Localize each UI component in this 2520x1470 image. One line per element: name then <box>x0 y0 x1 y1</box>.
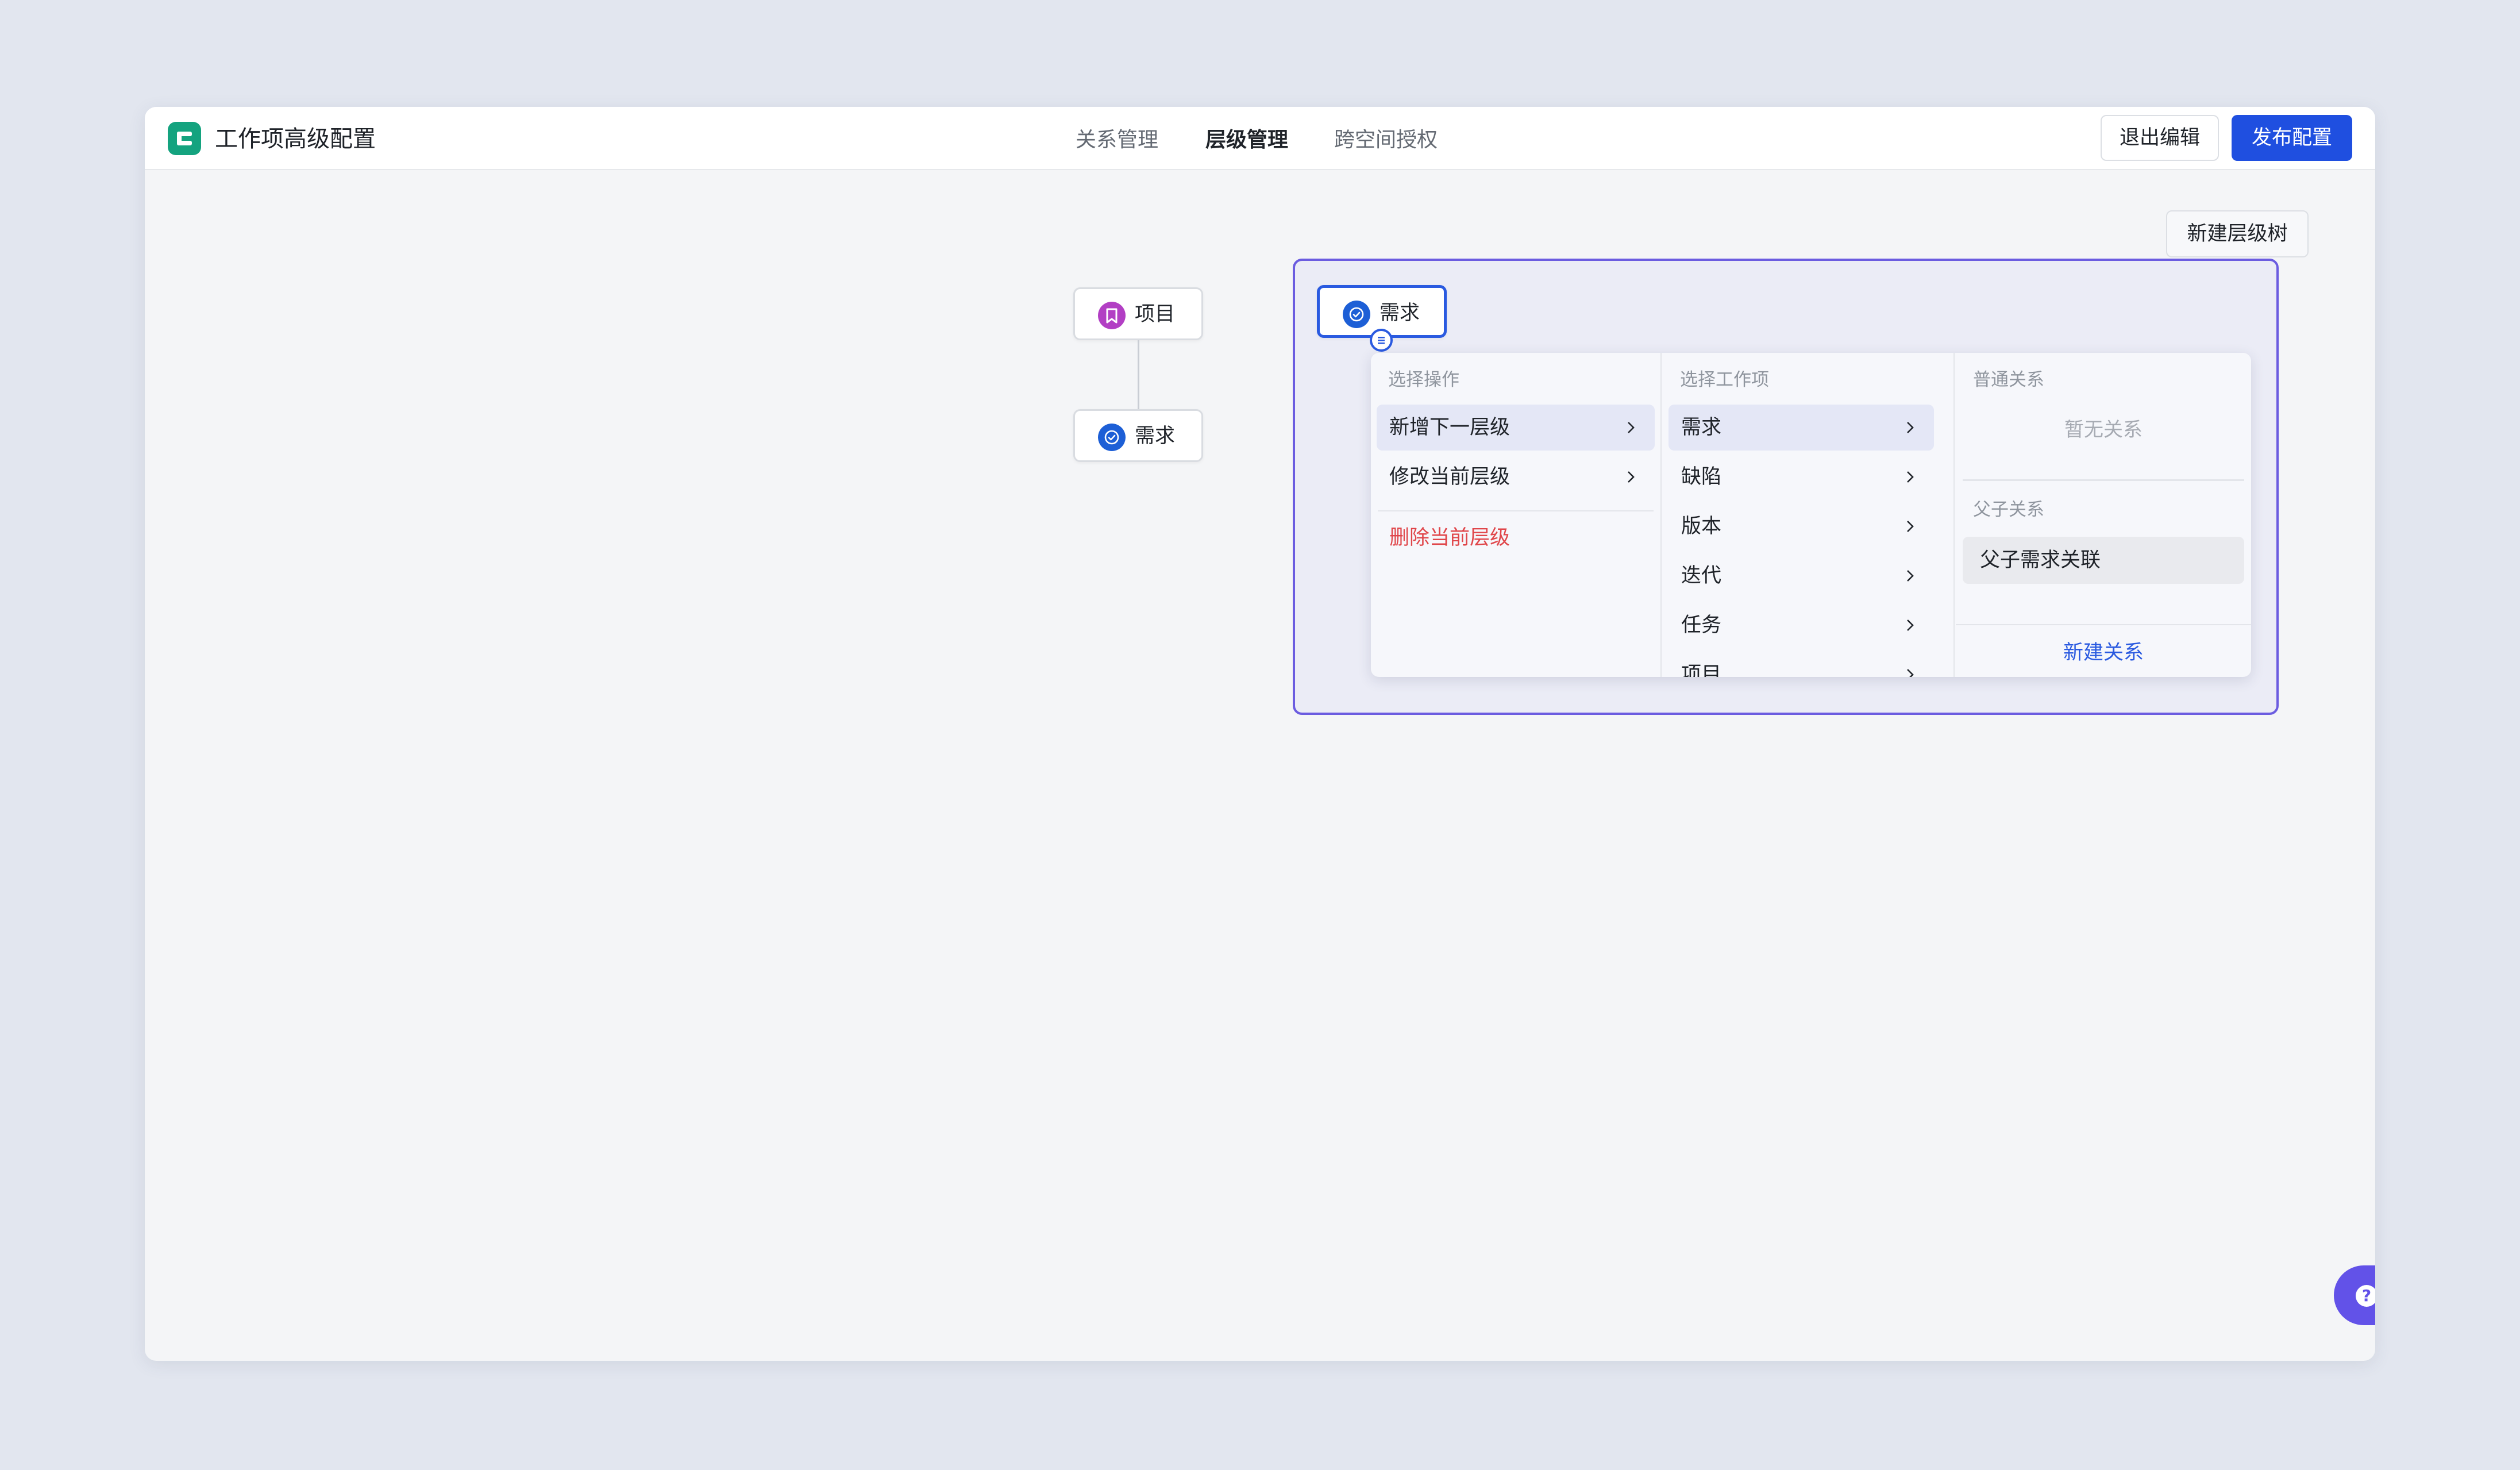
top-bar: 工作项高级配置 关系管理 层级管理 跨空间授权 退出编辑 发布配置 <box>145 107 2375 170</box>
node-label: 需求 <box>1135 425 1176 448</box>
chevron-right-icon <box>1628 422 1635 433</box>
node-menu-icon[interactable] <box>1370 329 1393 352</box>
menu-item-label: 缺陷 <box>1681 465 1722 488</box>
tab-relation-management[interactable]: 关系管理 <box>1076 124 1158 156</box>
menu-item-modify-current-level[interactable]: 修改当前层级 <box>1377 454 1655 500</box>
operation-column: 选择操作 新增下一层级 修改当前层级 删除当前层级 <box>1371 353 1662 677</box>
chevron-right-icon <box>1628 471 1635 483</box>
relation-divider <box>1963 479 2244 481</box>
chevron-right-icon <box>1907 619 1914 631</box>
chevron-right-icon <box>1907 422 1914 433</box>
workitem-project[interactable]: 项目 <box>1669 652 1934 677</box>
workitem-iteration[interactable]: 迭代 <box>1669 553 1934 599</box>
workitem-defect[interactable]: 缺陷 <box>1669 454 1934 500</box>
tab-hierarchy-management[interactable]: 层级管理 <box>1205 124 1288 156</box>
new-relation-button[interactable]: 新建关系 <box>1956 637 2251 669</box>
help-icon: ? <box>2356 1285 2375 1307</box>
hierarchy-operation-menu: 选择操作 新增下一层级 修改当前层级 删除当前层级 选择工作项 需求 缺陷 版本… <box>1371 353 2251 677</box>
menu-item-add-next-level[interactable]: 新增下一层级 <box>1377 405 1655 451</box>
menu-item-label: 修改当前层级 <box>1389 465 1511 488</box>
menu-item-label: 需求 <box>1681 416 1722 439</box>
operation-column-header: 选择操作 <box>1388 370 1459 390</box>
tree-connector <box>1138 340 1139 410</box>
chevron-right-icon <box>1907 570 1914 582</box>
bookmark-icon <box>1098 302 1126 329</box>
menu-item-label: 版本 <box>1681 515 1722 538</box>
node-label: 项目 <box>1135 303 1176 326</box>
workitem-version[interactable]: 版本 <box>1669 503 1934 549</box>
publish-config-button[interactable]: 发布配置 <box>2232 115 2352 161</box>
menu-divider <box>1378 510 1654 511</box>
check-circle-icon <box>1098 424 1126 451</box>
menu-item-label: 项目 <box>1681 663 1722 677</box>
menu-item-label: 新增下一层级 <box>1389 416 1511 439</box>
app-title: 工作项高级配置 <box>215 126 376 152</box>
workitem-task[interactable]: 任务 <box>1669 602 1934 648</box>
menu-item-delete-current-level[interactable]: 删除当前层级 <box>1377 515 1655 561</box>
tree-node-project[interactable]: 项目 <box>1073 287 1203 340</box>
workitem-column: 选择工作项 需求 缺陷 版本 迭代 任务 项目 <box>1663 353 1955 677</box>
new-hierarchy-tree-button[interactable]: 新建层级树 <box>2166 210 2309 257</box>
help-button[interactable]: ? <box>2334 1265 2375 1325</box>
relation-item-parent-child[interactable]: 父子需求关联 <box>1963 537 2244 584</box>
tab-cross-space-authorization[interactable]: 跨空间授权 <box>1334 124 1438 156</box>
node-label: 需求 <box>1380 302 1420 325</box>
empty-relation-text: 暂无关系 <box>2064 418 2143 441</box>
workitem-column-header: 选择工作项 <box>1680 370 1769 390</box>
check-circle-icon <box>1343 301 1370 328</box>
chevron-right-icon <box>1907 471 1914 483</box>
chevron-right-icon <box>1907 521 1914 532</box>
config-window: 工作项高级配置 关系管理 层级管理 跨空间授权 退出编辑 发布配置 新建层级树 … <box>145 107 2375 1361</box>
menu-item-label: 迭代 <box>1681 564 1722 587</box>
menu-item-label: 任务 <box>1681 614 1722 637</box>
relation-footer-divider <box>1956 624 2251 625</box>
exit-edit-button[interactable]: 退出编辑 <box>2101 115 2219 161</box>
normal-relation-header: 普通关系 <box>1973 370 2044 390</box>
chevron-right-icon <box>1907 669 1914 677</box>
relation-column: 普通关系 暂无关系 父子关系 父子需求关联 新建关系 <box>1956 353 2251 677</box>
parent-relation-header: 父子关系 <box>1973 499 2044 520</box>
workitem-requirement[interactable]: 需求 <box>1669 405 1934 451</box>
menu-item-label: 删除当前层级 <box>1389 526 1511 549</box>
tree-node-requirement[interactable]: 需求 <box>1073 409 1203 462</box>
app-logo-icon <box>168 122 201 155</box>
